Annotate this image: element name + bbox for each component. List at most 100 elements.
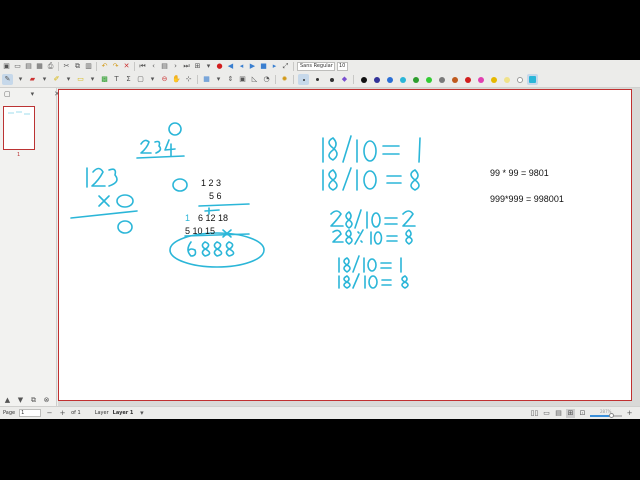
layer-dropdown-icon[interactable]: ▾: [137, 409, 146, 418]
page-dropdown-icon[interactable]: ▾: [204, 62, 213, 71]
page-thumbnail[interactable]: [3, 106, 35, 150]
color-swatch-button[interactable]: [384, 74, 395, 85]
stop-icon[interactable]: ■: [259, 62, 268, 71]
play-back-icon[interactable]: ◂: [237, 62, 246, 71]
print-icon[interactable]: ⎙: [46, 62, 55, 71]
color-swatch-button[interactable]: [527, 74, 538, 85]
color-swatch-button[interactable]: [514, 74, 525, 85]
pen-tool-button[interactable]: ✎: [2, 74, 13, 85]
delete-icon[interactable]: ✕: [122, 62, 131, 71]
layer-select[interactable]: Layer 1: [113, 410, 134, 416]
record-icon[interactable]: ●: [215, 62, 224, 71]
new-document-icon[interactable]: ▭: [13, 62, 22, 71]
delete-page-icon[interactable]: ⊗: [42, 396, 51, 405]
ink-b-equals: [386, 175, 402, 184]
canvas-area[interactable]: 1 2 3 5 6 1 6 12 18 5 10 15 99 * 99 = 98…: [58, 88, 640, 406]
eraser-icon[interactable]: ▰: [28, 75, 37, 84]
goto-page-icon[interactable]: ▤: [160, 62, 169, 71]
font-name-field[interactable]: Sans Regular: [297, 61, 335, 71]
save-icon[interactable]: ▣: [2, 62, 11, 71]
zoom-fit-icon[interactable]: ⊡: [578, 409, 587, 418]
color-swatch-button[interactable]: [501, 74, 512, 85]
color-swatch-button[interactable]: [462, 74, 473, 85]
export-icon[interactable]: ▦: [35, 62, 44, 71]
copy-icon[interactable]: ⧉: [73, 62, 82, 71]
ink-digit-4: [164, 139, 176, 157]
eraser-dropdown-icon[interactable]: ▾: [40, 75, 49, 84]
ruler-icon[interactable]: ⇕: [226, 75, 235, 84]
page-spin-up-icon[interactable]: +: [58, 409, 67, 418]
hand-tool-icon[interactable]: ✋: [172, 75, 181, 84]
color-swatch-button[interactable]: [475, 74, 486, 85]
medium-dot-icon: [316, 78, 319, 81]
shape-dropdown-icon[interactable]: ▾: [148, 75, 157, 84]
color-swatch-button[interactable]: [488, 74, 499, 85]
select-dropdown-icon[interactable]: ▾: [88, 75, 97, 84]
snapping-icon[interactable]: ⊹: [184, 75, 193, 84]
image-icon[interactable]: ▩: [100, 75, 109, 84]
grid-view-icon[interactable]: ⊞: [566, 409, 575, 418]
highlighter-dropdown-icon[interactable]: ▾: [64, 75, 73, 84]
ink-zero-result: [117, 220, 133, 234]
color-swatch-button[interactable]: [397, 74, 408, 85]
presentation-icon[interactable]: ▭: [542, 409, 551, 418]
cut-icon[interactable]: ✂: [62, 62, 71, 71]
typed-123: 1 2 3: [201, 178, 222, 188]
ink-line-top: [136, 155, 185, 159]
open-document-icon[interactable]: ▤: [24, 62, 33, 71]
text-tool-icon[interactable]: T: [112, 75, 121, 84]
undo-icon[interactable]: ↶: [100, 62, 109, 71]
ink-d-0: [373, 231, 383, 245]
zoom-in-icon[interactable]: +: [625, 409, 634, 418]
setsquare-icon[interactable]: ◺: [250, 75, 259, 84]
move-down-icon[interactable]: ▼: [16, 396, 25, 405]
next-page-icon[interactable]: ›: [171, 62, 180, 71]
latex-icon[interactable]: Σ: [124, 75, 133, 84]
color-swatch-button[interactable]: [371, 74, 382, 85]
fullscreen-icon[interactable]: ⤢: [281, 62, 290, 71]
select-rect-icon[interactable]: ▭: [76, 75, 85, 84]
thin-line-button[interactable]: [298, 74, 309, 85]
rewind-icon[interactable]: ◀: [226, 62, 235, 71]
page-spin-down-icon[interactable]: −: [45, 409, 54, 418]
line-style-icon[interactable]: ◆: [340, 75, 349, 84]
grid-dropdown-icon[interactable]: ▾: [214, 75, 223, 84]
color-swatch-button[interactable]: [423, 74, 434, 85]
redo-icon[interactable]: ↷: [111, 62, 120, 71]
thick-line-button[interactable]: [326, 74, 337, 85]
forward-icon[interactable]: ▸: [270, 62, 279, 71]
grid-icon[interactable]: ▦: [202, 75, 211, 84]
copy-page-icon[interactable]: ⧉: [29, 396, 38, 405]
two-pages-icon[interactable]: ▯▯: [530, 409, 539, 418]
ink-b-0: [363, 170, 377, 190]
play-icon[interactable]: ▶: [248, 62, 257, 71]
ink-c-2: [330, 210, 344, 227]
highlighter-icon[interactable]: ✐: [52, 75, 61, 84]
first-page-icon[interactable]: ⏮: [138, 62, 147, 71]
ink-f-equals: [381, 279, 392, 286]
color-swatch-button[interactable]: [410, 74, 421, 85]
tool-dropdown-icon[interactable]: ▾: [16, 75, 25, 84]
color-swatch-button[interactable]: [358, 74, 369, 85]
color-swatch-button[interactable]: [449, 74, 460, 85]
layer-icon[interactable]: ▣: [238, 75, 247, 84]
font-size-field[interactable]: 10: [337, 61, 348, 71]
previous-page-icon[interactable]: ‹: [149, 62, 158, 71]
layout-icon[interactable]: ▤: [554, 409, 563, 418]
move-up-icon[interactable]: ▲: [3, 396, 12, 405]
page-preview-icon[interactable]: ▢: [4, 90, 11, 99]
last-page-icon[interactable]: ⏭: [182, 62, 191, 71]
document-page[interactable]: 1 2 3 5 6 1 6 12 18 5 10 15 99 * 99 = 98…: [58, 89, 632, 401]
sidebar-dropdown-icon[interactable]: ▾: [31, 90, 35, 99]
color-dot-icon: [503, 76, 510, 83]
medium-line-button[interactable]: [312, 74, 323, 85]
page-number-input[interactable]: 1: [19, 409, 42, 417]
vertical-space-icon[interactable]: ⊖: [160, 75, 169, 84]
fill-icon[interactable]: ✹: [280, 75, 289, 84]
compass-icon[interactable]: ◔: [262, 75, 271, 84]
color-swatch-button[interactable]: [436, 74, 447, 85]
paste-icon[interactable]: ▥: [84, 62, 93, 71]
shape-icon[interactable]: ▢: [136, 75, 145, 84]
insert-page-icon[interactable]: ⊞: [193, 62, 202, 71]
zoom-slider[interactable]: 287%: [590, 409, 622, 418]
